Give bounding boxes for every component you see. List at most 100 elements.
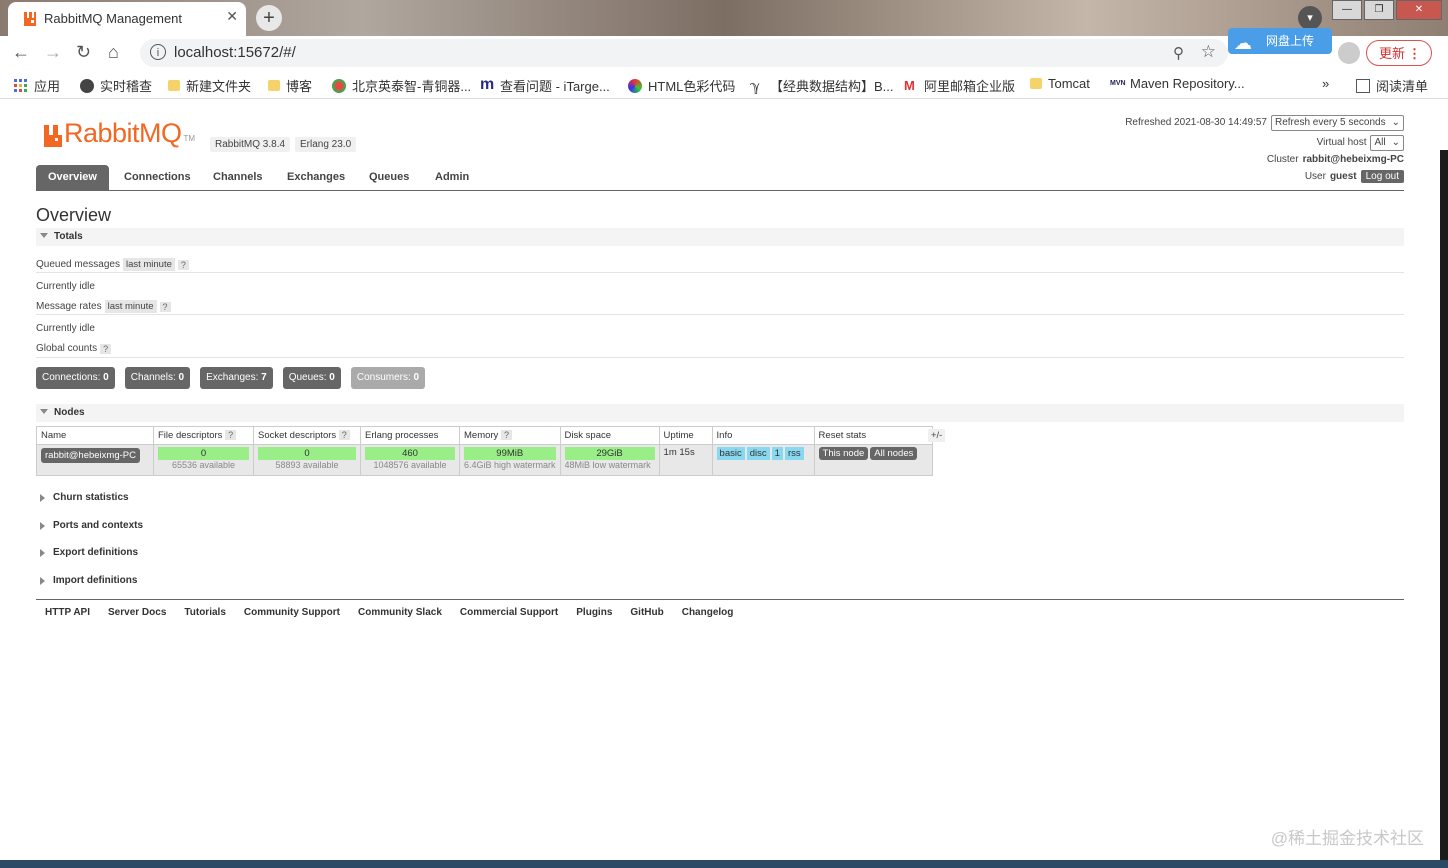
- nodes-table: Name File descriptors ? Socket descripto…: [36, 426, 933, 476]
- footer-link[interactable]: HTTP API: [45, 607, 90, 618]
- info-badge: basic: [716, 447, 745, 460]
- chevron-down-icon: ⌄: [1391, 136, 1400, 148]
- tab-exchanges[interactable]: Exchanges: [275, 165, 357, 190]
- footer-link[interactable]: GitHub: [630, 607, 663, 618]
- footer-link[interactable]: Community Support: [244, 607, 340, 618]
- window-controls: — ❐ ✕: [1332, 0, 1442, 20]
- more-menu-icon[interactable]: ⋮: [1408, 41, 1421, 67]
- footer: HTTP API Server Docs Tutorials Community…: [36, 599, 1404, 618]
- bookmark-item[interactable]: 实时稽查: [80, 76, 152, 95]
- bookmark-label: 阿里邮箱企业版: [924, 79, 1016, 94]
- erlang-bar: 460: [365, 447, 455, 460]
- disk-cell: 29GiB 48MiB low watermark: [559, 444, 660, 476]
- browser-tab[interactable]: RabbitMQ Management ✕: [8, 2, 246, 36]
- bookmark-item[interactable]: MVN Maven Repository...: [1110, 76, 1245, 91]
- bookmark-label: 新建文件夹: [186, 79, 252, 94]
- tab-overview[interactable]: Overview: [36, 165, 109, 190]
- refresh-interval-select[interactable]: Refresh every 5 seconds ⌄: [1270, 114, 1404, 131]
- tab-channels[interactable]: Channels: [201, 165, 275, 190]
- reset-all-nodes-button[interactable]: All nodes: [870, 447, 918, 460]
- triangle-right-icon: [40, 548, 45, 557]
- bookmark-apps[interactable]: 应用: [14, 76, 60, 95]
- bookmark-star-icon[interactable]: ☆: [1201, 42, 1216, 62]
- col-memory: Memory ?: [459, 426, 561, 445]
- help-button[interactable]: ?: [177, 259, 189, 270]
- tab-close-icon[interactable]: ✕: [226, 8, 238, 25]
- back-icon[interactable]: ←: [12, 42, 30, 63]
- reload-icon[interactable]: ↻: [76, 42, 91, 63]
- channels-count-button[interactable]: Channels: 0: [124, 367, 191, 389]
- count-label: Connections:: [42, 372, 101, 383]
- export-definitions-section[interactable]: Export definitions: [40, 547, 138, 558]
- chevron-down-icon: ⌄: [1391, 116, 1400, 128]
- new-tab-button[interactable]: +: [256, 5, 282, 31]
- footer-link[interactable]: Community Slack: [358, 607, 442, 618]
- bookmark-item[interactable]: 北京英泰智-青铜器...: [332, 76, 471, 95]
- reset-this-node-button[interactable]: This node: [818, 447, 869, 460]
- cloud-upload-extension[interactable]: ☁ 网盘上传: [1228, 28, 1332, 54]
- count-value: 0: [103, 372, 109, 383]
- profile-avatar[interactable]: [1338, 42, 1360, 64]
- globe-icon: [80, 78, 94, 93]
- url-text[interactable]: localhost:15672/#/: [174, 44, 296, 61]
- bookmark-item[interactable]: M 阿里邮箱企业版: [904, 76, 1015, 95]
- maximize-button[interactable]: ❐: [1364, 0, 1394, 20]
- disk-watermark: 48MiB low watermark: [564, 460, 651, 470]
- header-text: Erlang processes: [365, 430, 439, 441]
- close-window-button[interactable]: ✕: [1396, 0, 1442, 20]
- footer-link[interactable]: Server Docs: [108, 607, 166, 618]
- footer-link[interactable]: Plugins: [576, 607, 612, 618]
- footer-link[interactable]: Changelog: [682, 607, 734, 618]
- col-erlang-processes: Erlang processes: [360, 426, 460, 445]
- site-icon: [332, 78, 346, 93]
- home-icon[interactable]: ⌂: [108, 42, 119, 63]
- bookmark-item[interactable]: HTML色彩代码: [628, 76, 735, 95]
- tab-queues[interactable]: Queues: [357, 165, 421, 190]
- virtual-host-label: Virtual host: [1316, 137, 1367, 148]
- help-button[interactable]: ?: [159, 301, 171, 312]
- update-button[interactable]: 更新 ⋮: [1366, 40, 1432, 66]
- connections-count-button[interactable]: Connections: 0: [36, 367, 115, 389]
- bookmark-item[interactable]: 新建文件夹: [168, 76, 251, 95]
- tab-admin[interactable]: Admin: [423, 165, 481, 190]
- zoom-icon[interactable]: ⚲: [1173, 44, 1184, 62]
- forward-icon[interactable]: →: [44, 42, 62, 63]
- footer-link[interactable]: Commercial Support: [460, 607, 558, 618]
- refresh-interval-value: Refresh every 5 seconds: [1274, 116, 1386, 128]
- address-bar[interactable]: i localhost:15672/#/ ⚲ ☆: [140, 39, 1228, 67]
- queues-count-button[interactable]: Queues: 0: [282, 367, 341, 389]
- range-select-button[interactable]: last minute: [122, 258, 175, 271]
- tab-search-icon[interactable]: ▾: [1298, 6, 1322, 30]
- reading-list-button[interactable]: 阅读清单: [1356, 76, 1428, 95]
- minimize-button[interactable]: —: [1332, 0, 1362, 20]
- help-button[interactable]: ?: [100, 343, 112, 354]
- nodes-section-header[interactable]: Nodes: [36, 404, 1404, 422]
- range-select-button[interactable]: last minute: [104, 300, 157, 313]
- site-icon: m: [480, 75, 495, 93]
- totals-section-header[interactable]: Totals: [36, 228, 1404, 246]
- site-info-icon[interactable]: i: [150, 44, 166, 60]
- tab-title: RabbitMQ Management: [44, 11, 183, 26]
- update-label: 更新: [1379, 46, 1406, 61]
- column-toggle-button[interactable]: +/-: [928, 429, 946, 442]
- exchanges-count-button[interactable]: Exchanges: 7: [200, 367, 273, 389]
- bookmark-item[interactable]: m 查看问题 - iTarge...: [480, 76, 610, 95]
- bookmark-item[interactable]: 博客: [268, 76, 312, 95]
- node-name-link[interactable]: rabbit@hebeixmg-PC: [41, 448, 140, 463]
- import-definitions-section[interactable]: Import definitions: [40, 575, 137, 586]
- help-button[interactable]: ?: [225, 430, 237, 440]
- virtual-host-select[interactable]: All ⌄: [1370, 134, 1404, 151]
- mail-icon: M: [904, 77, 915, 93]
- bookmark-item[interactable]: ℽ 【经典数据结构】B...: [750, 76, 894, 95]
- bookmark-item[interactable]: Tomcat: [1030, 76, 1090, 91]
- fd-cell: 0 65536 available: [153, 444, 254, 476]
- churn-statistics-section[interactable]: Churn statistics: [40, 492, 129, 503]
- help-button[interactable]: ?: [338, 430, 350, 440]
- tab-connections[interactable]: Connections: [112, 165, 203, 190]
- help-button[interactable]: ?: [500, 430, 512, 440]
- consumers-count-button[interactable]: Consumers: 0: [350, 367, 426, 389]
- footer-link[interactable]: Tutorials: [184, 607, 225, 618]
- more-bookmarks-button[interactable]: »: [1322, 76, 1329, 91]
- ports-contexts-section[interactable]: Ports and contexts: [40, 520, 143, 531]
- bookmark-label: 博客: [286, 79, 313, 94]
